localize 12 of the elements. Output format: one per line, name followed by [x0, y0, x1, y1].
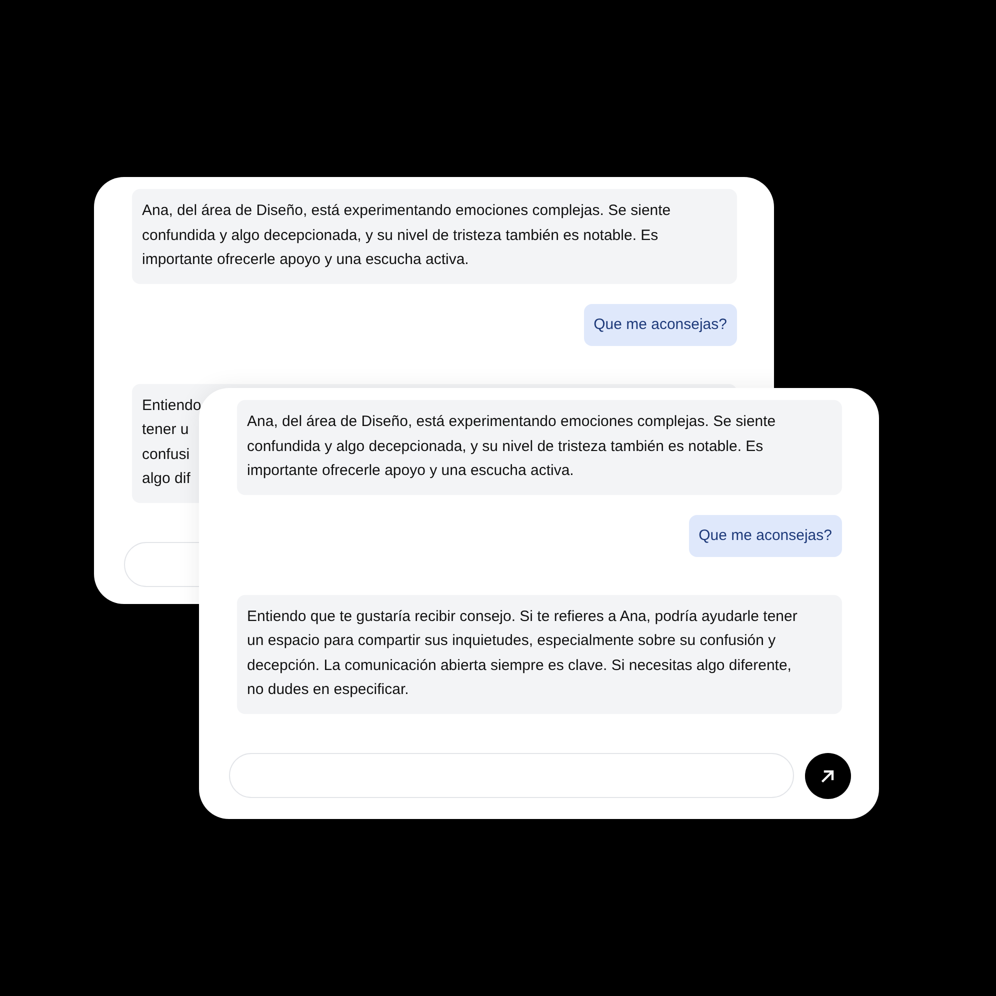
message-input-field[interactable] [229, 753, 794, 798]
user-message: Que me aconsejas? [584, 304, 737, 346]
send-button[interactable] [805, 752, 851, 798]
message-input-field[interactable] [124, 542, 200, 586]
assistant-message: Ana, del área de Diseño, está experimentando emociones complejas. Se siente confundida y algo decepcionada, y su nivel de tristeza también es notable. Es importante ofrecerle apoyo y una escucha activa. [132, 189, 737, 284]
assistant-message: Ana, del área de Diseño, está experimentando emociones complejas. Se siente confundida y algo decepcionada, y su nivel de tristeza también es notable. Es importante ofrecerle apoyo y una escucha activa. [237, 400, 842, 494]
assistant-message-line: Entiendo [142, 396, 202, 416]
assistant-message: Entiendo que te gustaría recibir consejo. Si te refieres a Ana, podría ayudarle tener un espacio para compartir sus inquietudes, especialmente sobre su confusión y decepción. La comunicación abierta siempre es clave. Si necesitas algo diferente, no dudes en especificar. [237, 594, 842, 714]
assistant-message-line: confusi [142, 444, 190, 464]
user-message: Que me aconsejas? [688, 514, 842, 556]
assistant-message-line: algo dif [142, 469, 190, 489]
assistant-message-line: tener u [142, 420, 189, 440]
